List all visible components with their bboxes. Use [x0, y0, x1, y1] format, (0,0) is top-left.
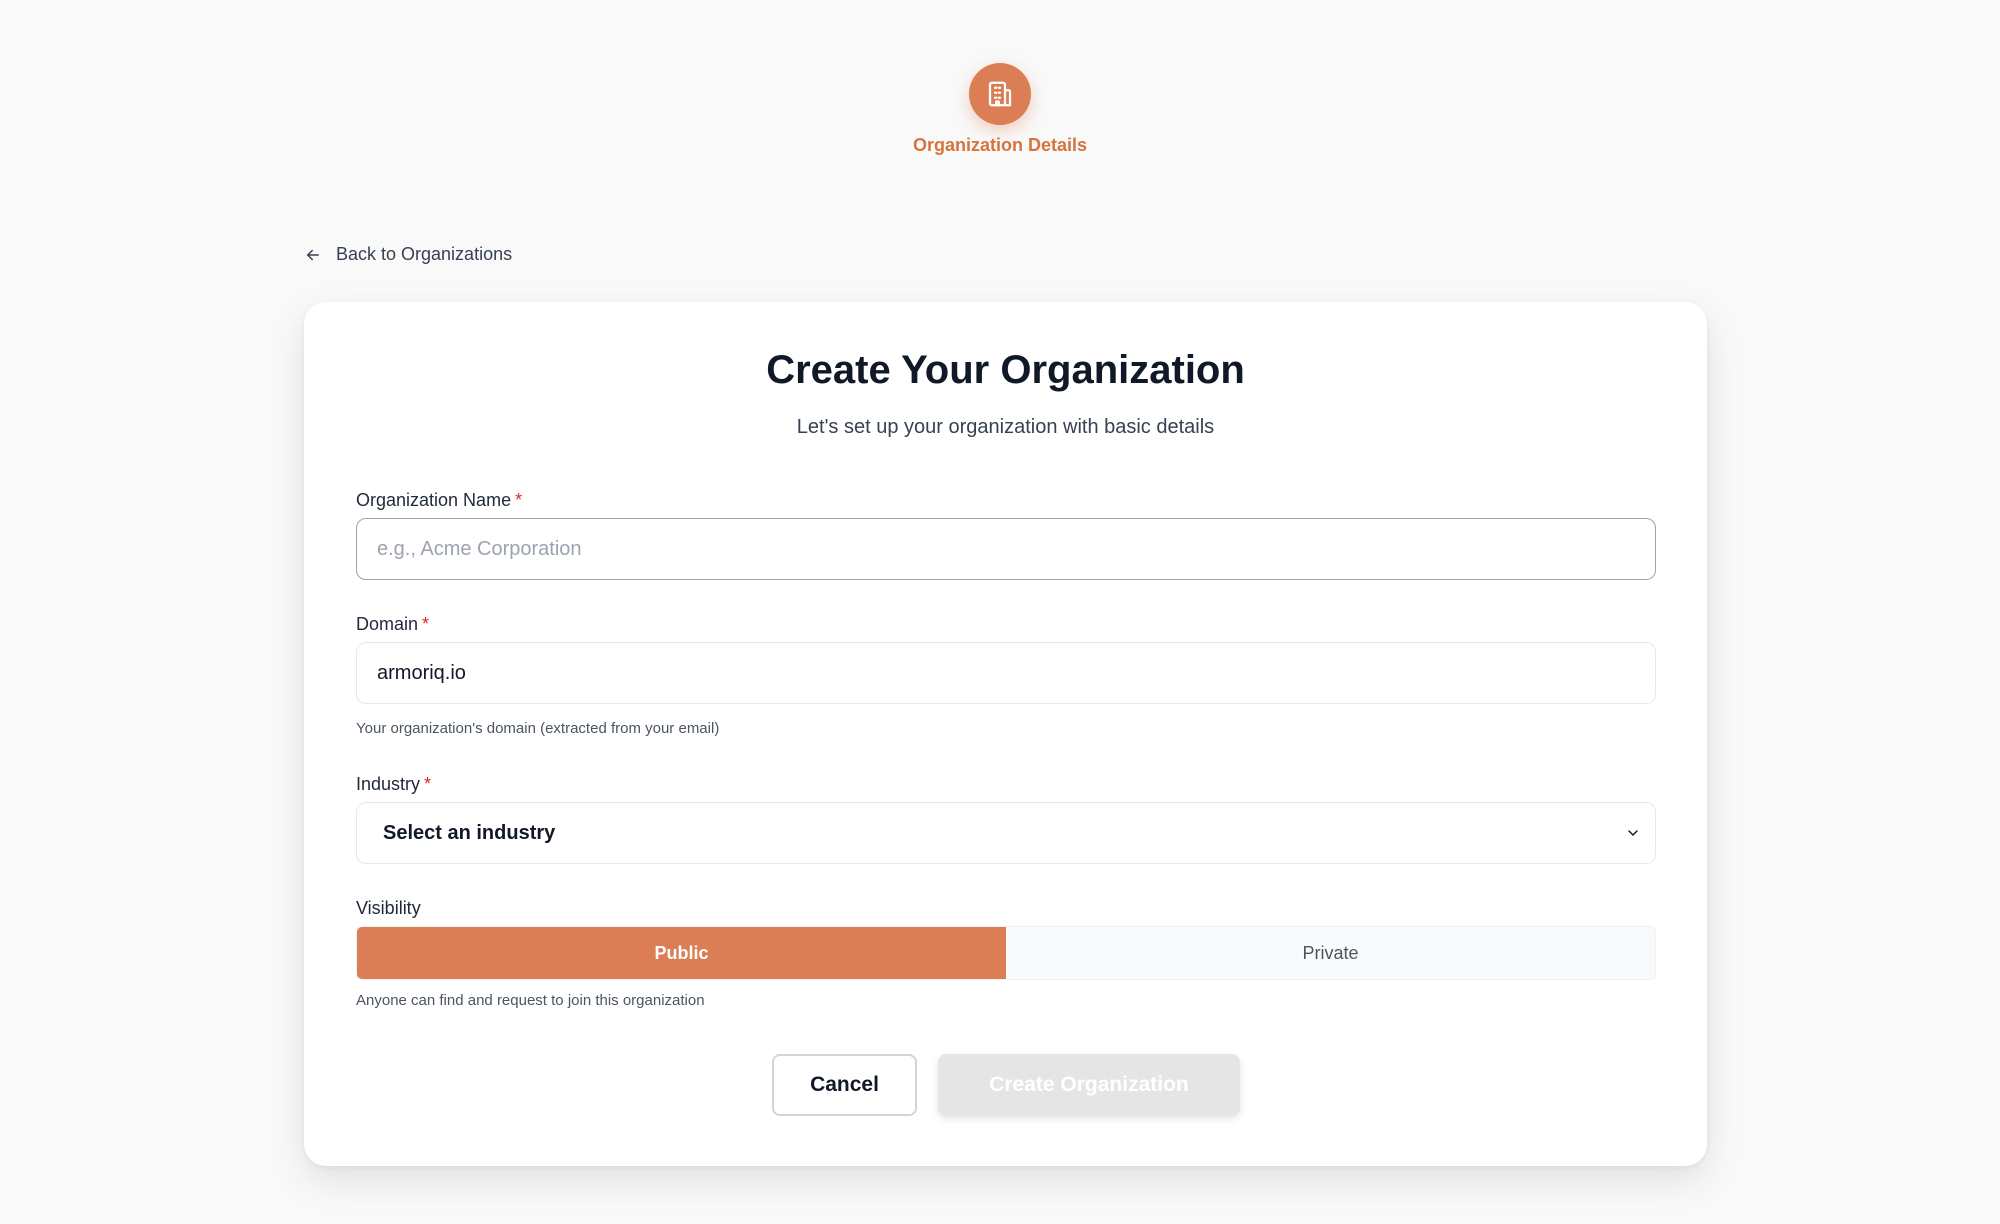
visibility-toggle: Public Private — [356, 926, 1656, 980]
industry-select[interactable]: Select an industry — [356, 802, 1656, 864]
domain-help-text: Your organization's domain (extracted fr… — [356, 720, 720, 737]
arrow-left-icon — [307, 249, 319, 260]
stepper: Organization Details — [0, 63, 2000, 156]
page-subtitle: Let's set up your organization with basi… — [796, 416, 1215, 438]
domain-input[interactable] — [356, 642, 1656, 704]
domain-label: Domain * — [356, 614, 429, 635]
page-title: Create Your Organization — [766, 348, 1245, 392]
required-mark: * — [424, 774, 432, 794]
back-link-label: Back to Organizations — [336, 244, 513, 264]
industry-selected-value: Select an industry — [383, 821, 556, 844]
org-name-label: Organization Name * — [356, 490, 522, 511]
required-mark: * — [515, 490, 523, 510]
visibility-option-public[interactable]: Public — [357, 927, 1006, 979]
industry-label: Industry * — [356, 774, 431, 795]
visibility-help-text: Anyone can find and request to join this… — [356, 992, 705, 1009]
industry-label-text: Industry — [356, 774, 421, 794]
org-name-input[interactable] — [356, 518, 1656, 580]
step-indicator — [969, 63, 1031, 125]
org-name-label-text: Organization Name — [356, 490, 512, 510]
step-label: Organization Details — [912, 135, 1088, 155]
building-icon — [988, 81, 1012, 107]
domain-label-text: Domain — [356, 614, 419, 634]
required-mark: * — [422, 614, 430, 634]
visibility-label: Visibility — [356, 898, 421, 918]
visibility-option-private[interactable]: Private — [1006, 927, 1655, 979]
back-to-organizations-link[interactable]: Back to Organizations — [304, 244, 512, 265]
chevron-down-icon — [1628, 830, 1638, 836]
cancel-button[interactable]: Cancel — [772, 1054, 917, 1116]
create-organization-card: Create Your Organization Let's set up yo… — [304, 302, 1707, 1166]
create-organization-button[interactable]: Create Organization — [938, 1054, 1240, 1116]
